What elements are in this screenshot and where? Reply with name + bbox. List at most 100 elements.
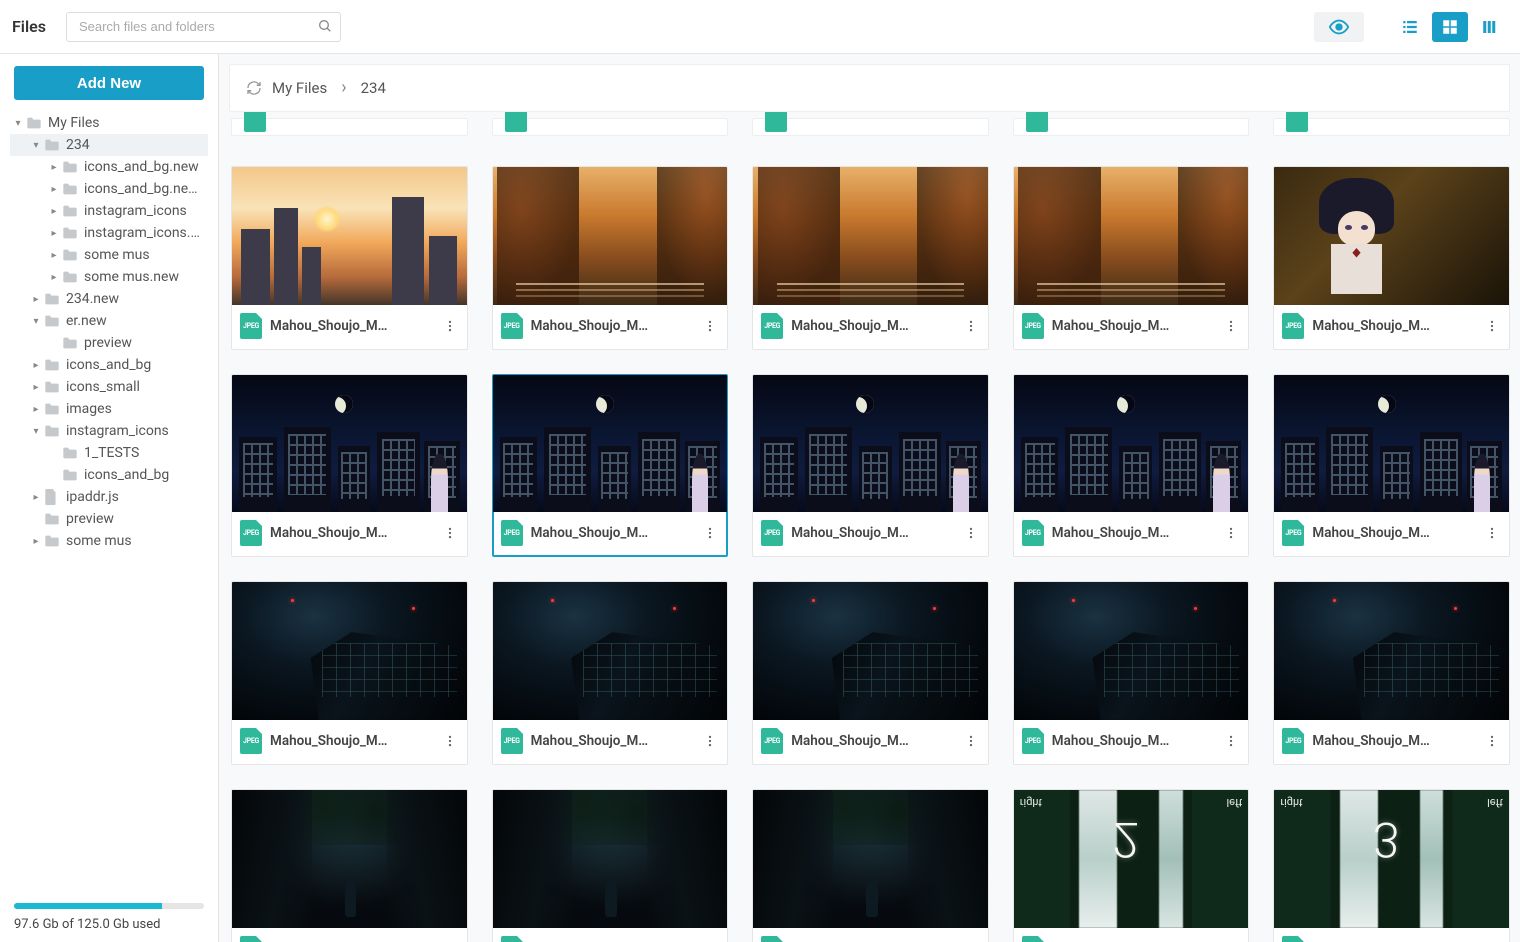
file-card[interactable]: JPEGMahou_Shoujo_M… <box>231 581 468 765</box>
tree-caret-icon[interactable]: ▸ <box>48 184 60 195</box>
file-more-button[interactable] <box>701 525 719 541</box>
tree-item[interactable]: ▸images <box>10 398 208 420</box>
tree-item[interactable]: icons_and_bg <box>10 464 208 486</box>
tree-caret-icon[interactable]: ▸ <box>48 162 60 173</box>
tree-caret-icon[interactable]: ▸ <box>30 536 42 547</box>
tree-item[interactable]: ▸instagram_icons <box>10 200 208 222</box>
refresh-icon[interactable] <box>246 80 262 96</box>
file-card[interactable]: JPEGMahou_Shoujo_M… <box>231 789 468 942</box>
view-grid-button[interactable] <box>1432 12 1468 42</box>
view-columns-button[interactable] <box>1472 12 1508 42</box>
file-card[interactable]: JPEGMahou_Shoujo_M… <box>492 166 729 350</box>
tree-item[interactable]: ▾234 <box>10 134 208 156</box>
tree-caret-icon[interactable]: ▾ <box>30 426 42 437</box>
tree-item[interactable]: ▸instagram_icons.new <box>10 222 208 244</box>
filetype-badge: JPEG <box>761 520 783 546</box>
tree-item[interactable]: 1_TESTS <box>10 442 208 464</box>
file-card[interactable]: JPEGMahou_Shoujo_M… <box>752 166 989 350</box>
file-more-button[interactable] <box>1483 733 1501 749</box>
file-card[interactable]: JPEGMahou_Shoujo_M… <box>1013 374 1250 558</box>
tree-item[interactable]: ▸ipaddr.js <box>10 486 208 508</box>
file-more-button[interactable] <box>701 733 719 749</box>
tree-caret-icon[interactable]: ▾ <box>30 140 42 151</box>
file-more-button[interactable] <box>1222 318 1240 334</box>
search-icon[interactable] <box>317 18 333 34</box>
file-card[interactable]: JPEGMahou_Shoujo_M… <box>1273 166 1510 350</box>
tree-item[interactable]: ▾ instagram_icons <box>10 420 208 442</box>
file-card[interactable]: JPEGMahou_Shoujo_M… <box>492 581 729 765</box>
breadcrumb-root[interactable]: My Files <box>272 79 327 97</box>
file-more-button[interactable] <box>701 318 719 334</box>
file-grid-scroll[interactable]: JPEG Mahou_Shoujo_M… JPEG Mahou_Shoujo_M… JP… <box>219 112 1520 942</box>
tree-item[interactable]: ▸icons_and_bg.new <box>10 156 208 178</box>
file-card[interactable]: JPEGMahou_Shoujo_M… <box>492 374 729 558</box>
tree-caret-icon[interactable]: ▸ <box>30 492 42 503</box>
tree-caret-icon[interactable]: ▸ <box>30 404 42 415</box>
folder-icon <box>62 336 78 350</box>
file-name: Mahou_Shoujo_M… <box>1052 318 1215 334</box>
tree-item[interactable]: ▸ icons_small <box>10 376 208 398</box>
file-card[interactable]: JPEGMahou_Shoujo_M… <box>231 166 468 350</box>
file-more-button[interactable] <box>1483 525 1501 541</box>
tree-item[interactable]: ▸icons_and_bg <box>10 354 208 376</box>
filetype-badge: JPEG <box>1282 728 1304 754</box>
file-more-button[interactable] <box>1483 318 1501 334</box>
tree-item[interactable]: ▸some mus.new <box>10 266 208 288</box>
tree-caret-icon[interactable]: ▸ <box>30 382 42 393</box>
tree-item[interactable]: ▸icons_and_bg.new.new <box>10 178 208 200</box>
tree-caret-icon[interactable]: ▸ <box>30 360 42 371</box>
filetype-badge: JPEG <box>240 520 262 546</box>
file-card[interactable]: JPEGMahou_Shoujo_M… <box>492 789 729 942</box>
file-card[interactable]: JPEGMahou_Shoujo_M… <box>752 789 989 942</box>
file-more-button[interactable] <box>441 318 459 334</box>
file-card[interactable]: 3rightleftJPEGportrait_3.jpg <box>1273 789 1510 942</box>
file-card[interactable]: JPEGMahou_Shoujo_M… <box>1273 374 1510 558</box>
file-more-button[interactable] <box>962 525 980 541</box>
tree-caret-icon[interactable]: ▾ <box>12 118 24 129</box>
preview-toggle-button[interactable] <box>1314 12 1364 42</box>
tree-item[interactable]: preview <box>10 508 208 530</box>
file-card[interactable]: 2rightleftJPEGportrait_2.jpg <box>1013 789 1250 942</box>
filetype-badge: JPEG <box>1022 313 1044 339</box>
file-caption: JPEGMahou_Shoujo_M… <box>493 720 728 764</box>
filetype-badge: JPEG <box>240 728 262 754</box>
folder-icon <box>62 182 78 196</box>
file-card[interactable]: JPEGMahou_Shoujo_M… <box>231 374 468 558</box>
file-more-button[interactable] <box>441 733 459 749</box>
file-card[interactable]: JPEGMahou_Shoujo_M… <box>1273 581 1510 765</box>
tree-item[interactable]: ▸some mus <box>10 244 208 266</box>
tree-item[interactable]: preview <box>10 332 208 354</box>
search-input[interactable] <box>66 12 341 42</box>
file-more-button[interactable] <box>1222 525 1240 541</box>
file-more-button[interactable] <box>962 733 980 749</box>
tree-item[interactable]: ▸some mus <box>10 530 208 552</box>
search-field-wrap <box>66 12 341 42</box>
folder-tree: ▾My Files▾234▸icons_and_bg.new▸icons_and… <box>10 112 208 891</box>
tree-item[interactable]: ▾My Files <box>10 112 208 134</box>
tree-caret-icon[interactable]: ▸ <box>48 228 60 239</box>
file-card[interactable]: JPEGMahou_Shoujo_M… <box>1013 581 1250 765</box>
tree-item[interactable]: ▾er.new <box>10 310 208 332</box>
breadcrumb-current[interactable]: 234 <box>361 79 386 97</box>
file-card[interactable]: JPEGMahou_Shoujo_M… <box>752 581 989 765</box>
file-card[interactable]: JPEG Mahou_Shoujo_M… <box>1013 166 1250 350</box>
tree-item[interactable]: ▸234.new <box>10 288 208 310</box>
tree-caret-icon[interactable]: ▸ <box>48 206 60 217</box>
file-name: Mahou_Shoujo_M… <box>1312 318 1475 334</box>
tree-caret-icon[interactable]: ▸ <box>48 250 60 261</box>
file-name: Mahou_Shoujo_M… <box>1052 733 1215 749</box>
file-more-button[interactable] <box>1222 733 1240 749</box>
tree-caret-icon[interactable]: ▸ <box>30 294 42 305</box>
filetype-badge: JPEG <box>1022 936 1044 942</box>
view-list-button[interactable] <box>1392 12 1428 42</box>
tree-item-label: icons_small <box>66 379 140 395</box>
tree-caret-icon[interactable]: ▸ <box>48 272 60 283</box>
file-caption: JPEGMahou_Shoujo_M… <box>232 720 467 764</box>
file-card[interactable]: JPEGMahou_Shoujo_M… <box>752 374 989 558</box>
file-more-button[interactable] <box>962 318 980 334</box>
tree-item-label: instagram_icons <box>66 423 169 439</box>
add-new-button[interactable]: Add New <box>14 66 204 100</box>
folder-icon <box>44 292 60 306</box>
file-more-button[interactable] <box>441 525 459 541</box>
tree-caret-icon[interactable]: ▾ <box>30 316 42 327</box>
